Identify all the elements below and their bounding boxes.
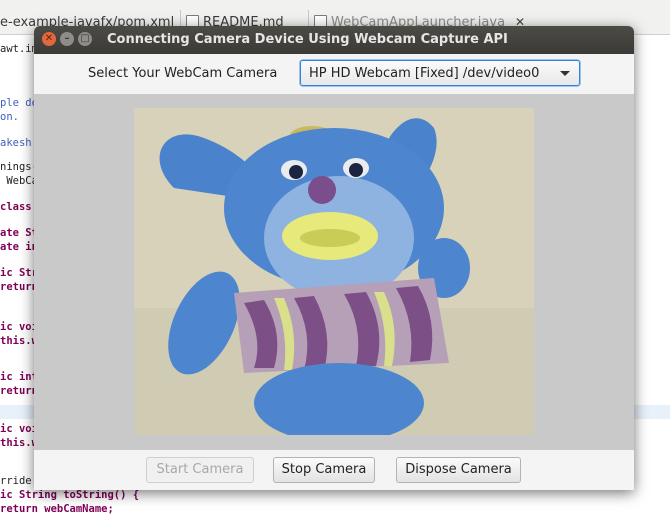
- start-camera-button[interactable]: Start Camera: [146, 457, 254, 483]
- title-bar[interactable]: ✕ – □ Connecting Camera Device Using Web…: [34, 26, 634, 54]
- camera-feed-image: [134, 108, 534, 435]
- code-line: return webCamName;: [0, 503, 114, 515]
- close-window-button[interactable]: ✕: [42, 32, 56, 46]
- button-bar: Start Camera Stop Camera Dispose Camera: [34, 450, 634, 490]
- camera-select-value: HP HD Webcam [Fixed] /dev/video0: [309, 66, 540, 81]
- maximize-window-button[interactable]: □: [78, 32, 92, 46]
- code-line: ate St: [0, 227, 38, 239]
- code-line: ic String toString() {: [0, 489, 140, 501]
- webcam-dialog: ✕ – □ Connecting Camera Device Using Web…: [34, 26, 634, 490]
- stop-camera-button[interactable]: Stop Camera: [273, 457, 375, 483]
- camera-view-area: [34, 94, 634, 450]
- code-line: rride: [0, 475, 32, 487]
- camera-select[interactable]: HP HD Webcam [Fixed] /dev/video0: [300, 60, 580, 86]
- minimize-window-button[interactable]: –: [60, 32, 74, 46]
- code-line: on.: [0, 111, 19, 123]
- code-line: nings(: [0, 161, 38, 173]
- plush-toy-image: [134, 108, 534, 435]
- window-title: Connecting Camera Device Using Webcam Ca…: [107, 32, 508, 47]
- camera-select-bar: Select Your WebCam Camera HP HD Webcam […: [34, 54, 634, 94]
- dispose-camera-button[interactable]: Dispose Camera: [396, 457, 521, 483]
- select-camera-label: Select Your WebCam Camera: [88, 66, 278, 81]
- chevron-down-icon[interactable]: [560, 71, 570, 76]
